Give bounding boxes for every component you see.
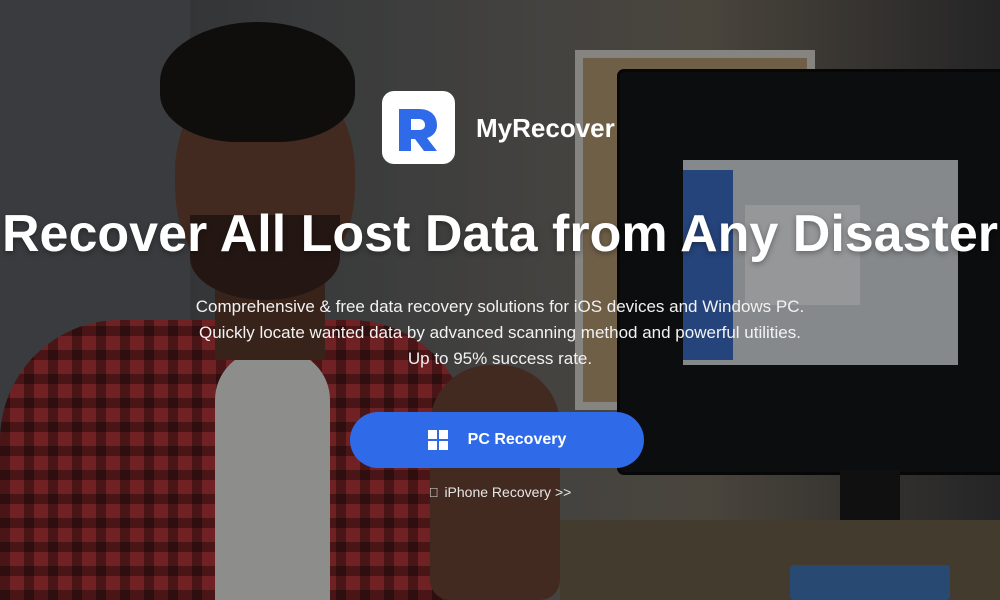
hero-headline: Recover All Lost Data from Any Disaster (2, 205, 998, 263)
apple-icon:  (429, 485, 439, 500)
iphone-recovery-label: iPhone Recovery >> (439, 484, 571, 500)
iphone-recovery-row: iPhone Recovery >> (0, 484, 1000, 502)
subtitle-line: Quickly locate wanted data by advanced s… (199, 323, 801, 342)
brand-logo[interactable]: MyRecover (382, 91, 622, 165)
pc-recovery-label: PC Recovery (467, 431, 567, 448)
iphone-recovery-link[interactable]: iPhone Recovery >> (429, 484, 572, 500)
subtitle-line: Comprehensive & free data recovery solut… (195, 297, 805, 316)
brand-name: MyRecover (476, 113, 615, 143)
myrecover-mark-icon (399, 109, 437, 151)
windows-icon (427, 430, 448, 450)
app-logo-icon (382, 91, 455, 164)
hero-subtitle: Comprehensive & free data recovery solut… (0, 294, 1000, 372)
pc-recovery-button[interactable]: PC Recovery (350, 412, 644, 468)
subtitle-line: Up to 95% success rate. (407, 349, 593, 368)
